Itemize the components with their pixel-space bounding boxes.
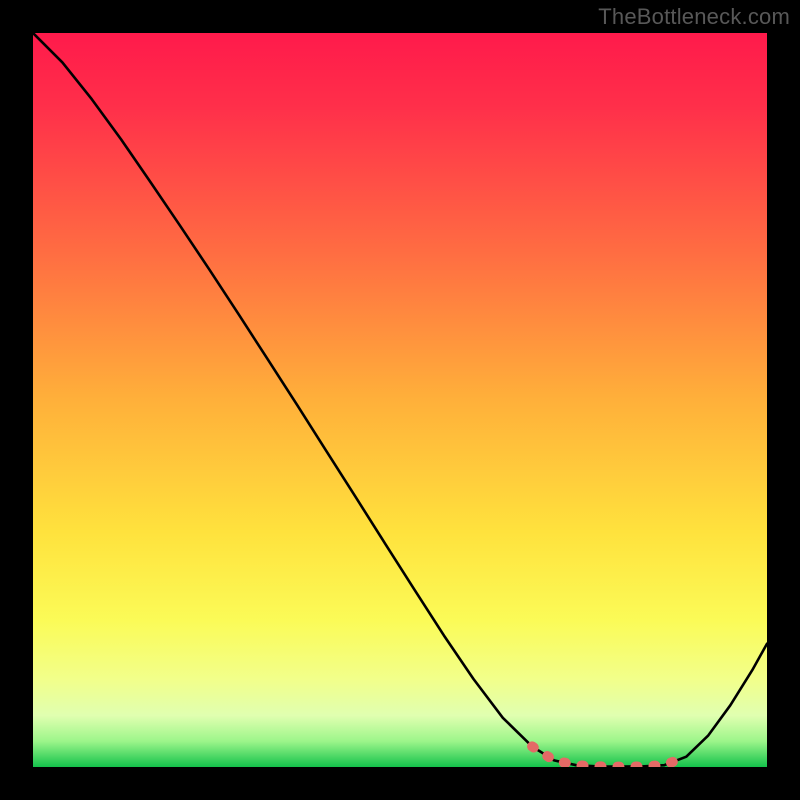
chart-frame: TheBottleneck.com <box>0 0 800 800</box>
gradient-background <box>33 33 767 767</box>
bottleneck-chart <box>33 33 767 767</box>
watermark-text: TheBottleneck.com <box>598 4 790 30</box>
